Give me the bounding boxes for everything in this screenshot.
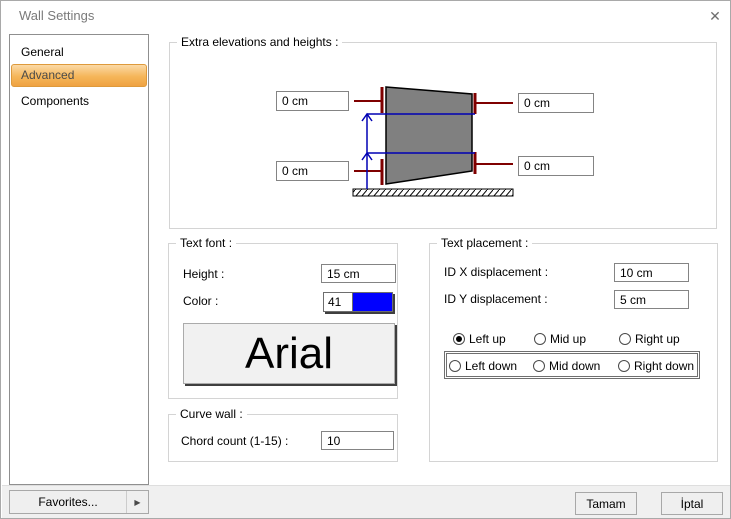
chord-count-label: Chord count (1-15) : xyxy=(181,434,288,448)
id-y-displacement-label: ID Y displacement : xyxy=(444,292,548,306)
font-preview-button[interactable]: Arial xyxy=(183,323,395,384)
radio-icon xyxy=(618,360,630,372)
chord-count-input[interactable]: 10 xyxy=(321,431,394,450)
ground-hatch xyxy=(353,189,513,196)
radio-right-down-label: Right down xyxy=(634,359,694,373)
radio-left-down-label: Left down xyxy=(465,359,517,373)
favorites-button[interactable]: Favorites... ▶ xyxy=(9,490,149,514)
radio-left-down[interactable]: Left down xyxy=(449,359,517,372)
radio-mid-up[interactable]: Mid up xyxy=(534,332,586,345)
color-index-value: 41 xyxy=(324,293,353,311)
elevation-bottom-right-input[interactable]: 0 cm xyxy=(518,156,594,176)
text-placement-group-title: Text placement : xyxy=(437,236,532,250)
text-font-group-title: Text font : xyxy=(176,236,236,250)
ok-button[interactable]: Tamam xyxy=(575,492,637,515)
height-label: Height : xyxy=(183,267,224,281)
color-label: Color : xyxy=(183,294,218,308)
color-swatch xyxy=(353,293,392,311)
id-x-displacement-label: ID X displacement : xyxy=(444,265,548,279)
radio-mid-down-label: Mid down xyxy=(549,359,600,373)
radio-icon xyxy=(619,333,631,345)
radio-right-up[interactable]: Right up xyxy=(619,332,680,345)
window-title: Wall Settings xyxy=(19,8,94,23)
elevations-group-title: Extra elevations and heights : xyxy=(177,35,342,49)
curve-wall-group-title: Curve wall : xyxy=(176,407,247,421)
wall-settings-dialog: Wall Settings ✕ General Advanced Compone… xyxy=(0,0,731,519)
favorites-button-label: Favorites... xyxy=(10,495,126,509)
cancel-button[interactable]: İptal xyxy=(661,492,723,515)
radio-icon xyxy=(533,360,545,372)
radio-mid-up-label: Mid up xyxy=(550,332,586,346)
sidebar-item-advanced[interactable]: Advanced xyxy=(11,64,147,87)
radio-icon xyxy=(534,333,546,345)
elevation-top-left-input[interactable]: 0 cm xyxy=(276,91,349,111)
radio-left-up-label: Left up xyxy=(469,332,506,346)
elevation-bottom-left-input[interactable]: 0 cm xyxy=(276,161,349,181)
radio-icon xyxy=(453,333,465,345)
radio-right-down[interactable]: Right down xyxy=(618,359,694,372)
chevron-right-icon: ▶ xyxy=(126,491,148,513)
height-input[interactable]: 15 cm xyxy=(321,264,396,283)
sidebar-item-general[interactable]: General xyxy=(12,41,146,63)
radio-icon xyxy=(449,360,461,372)
wall-elevation-diagram xyxy=(341,81,521,201)
sidebar: General Advanced Components xyxy=(9,34,149,485)
radio-mid-down[interactable]: Mid down xyxy=(533,359,600,372)
close-icon[interactable]: ✕ xyxy=(702,4,728,28)
radio-left-up[interactable]: Left up xyxy=(453,332,506,345)
id-y-displacement-input[interactable]: 5 cm xyxy=(614,290,689,309)
wall-shape xyxy=(386,87,472,184)
id-x-displacement-input[interactable]: 10 cm xyxy=(614,263,689,282)
radio-right-up-label: Right up xyxy=(635,332,680,346)
elevation-top-right-input[interactable]: 0 cm xyxy=(518,93,594,113)
color-picker-control[interactable]: 41 xyxy=(323,292,393,312)
sidebar-item-components[interactable]: Components xyxy=(12,90,146,112)
